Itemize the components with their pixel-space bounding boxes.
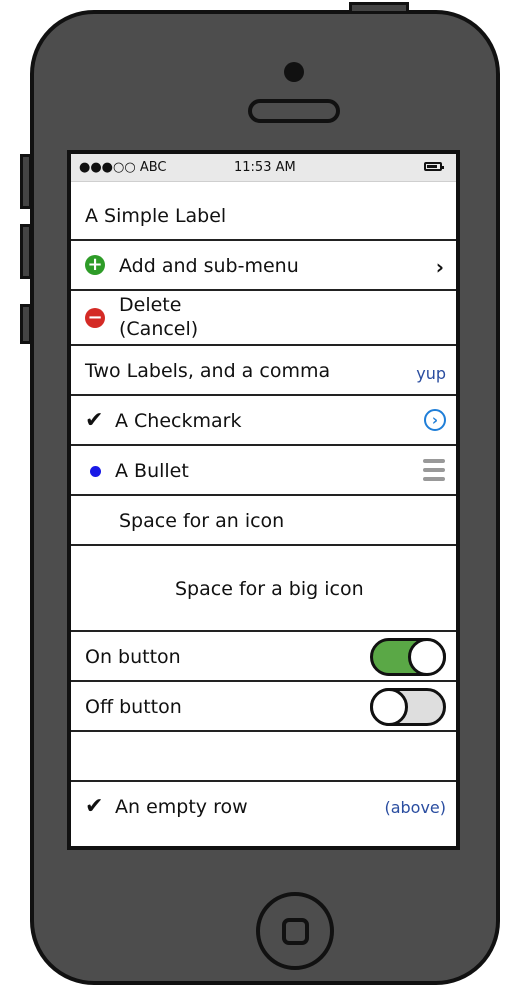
row-on-button[interactable]: On button <box>71 632 456 682</box>
minus-circle-icon[interactable]: − <box>85 308 105 328</box>
carrier-signal: ●●●○○ ABC <box>79 160 167 175</box>
checkmark-icon: ✔ <box>85 794 104 819</box>
volume-up-button <box>20 154 32 209</box>
row-empty[interactable] <box>71 732 456 782</box>
bullet-icon <box>90 466 101 477</box>
row-label: A Simple Label <box>85 205 227 227</box>
row-delete[interactable]: − Delete (Cancel) <box>71 291 456 346</box>
row-simple-label[interactable]: A Simple Label <box>71 191 456 241</box>
on-toggle-switch[interactable] <box>370 638 446 676</box>
row-checkmark[interactable]: ✔ A Checkmark › <box>71 396 456 446</box>
camera-icon <box>284 62 304 82</box>
row-label: Space for a big icon <box>175 578 364 600</box>
toggle-knob <box>408 638 446 676</box>
row-label: Off button <box>85 696 182 718</box>
row-label-line2: (Cancel) <box>119 318 199 340</box>
power-button <box>349 2 409 14</box>
plus-circle-icon[interactable]: + <box>85 255 105 275</box>
row-empty-label[interactable]: ✔ An empty row (above) <box>71 782 456 832</box>
volume-down-button <box>20 224 32 279</box>
home-button-square-icon <box>282 918 309 945</box>
status-time: 11:53 AM <box>234 160 296 175</box>
toggle-knob <box>370 688 408 726</box>
row-label: Two Labels, and a comma <box>85 360 331 382</box>
row-label: An empty row <box>115 796 248 818</box>
row-detail-label: (above) <box>384 798 446 817</box>
row-space-icon[interactable]: Space for an icon <box>71 496 456 546</box>
mute-switch <box>20 304 32 344</box>
row-two-labels[interactable]: Two Labels, and a comma yup <box>71 346 456 396</box>
chevron-right-icon: › <box>435 255 444 279</box>
row-off-button[interactable]: Off button <box>71 682 456 732</box>
home-button[interactable] <box>256 892 334 970</box>
screen: ●●●○○ ABC 11:53 AM A Simple Label + Add … <box>67 150 460 850</box>
row-label-line1: Delete <box>119 294 182 316</box>
speaker-grille <box>248 99 340 123</box>
row-bullet[interactable]: A Bullet <box>71 446 456 496</box>
row-space-big-icon[interactable]: Space for a big icon <box>71 546 456 632</box>
reorder-handle-icon[interactable] <box>423 459 445 486</box>
row-detail-label: yup <box>416 364 446 383</box>
disclosure-chevron-icon[interactable]: › <box>424 409 446 431</box>
checkmark-icon: ✔ <box>85 408 104 433</box>
row-add-submenu[interactable]: + Add and sub-menu › <box>71 241 456 291</box>
battery-icon <box>424 162 444 171</box>
row-label: Space for an icon <box>119 510 285 532</box>
row-label: A Bullet <box>115 460 189 482</box>
row-label: On button <box>85 646 181 668</box>
status-bar: ●●●○○ ABC 11:53 AM <box>71 154 456 182</box>
row-label: A Checkmark <box>115 410 242 432</box>
off-toggle-switch[interactable] <box>370 688 446 726</box>
row-label: Add and sub-menu <box>119 255 299 277</box>
